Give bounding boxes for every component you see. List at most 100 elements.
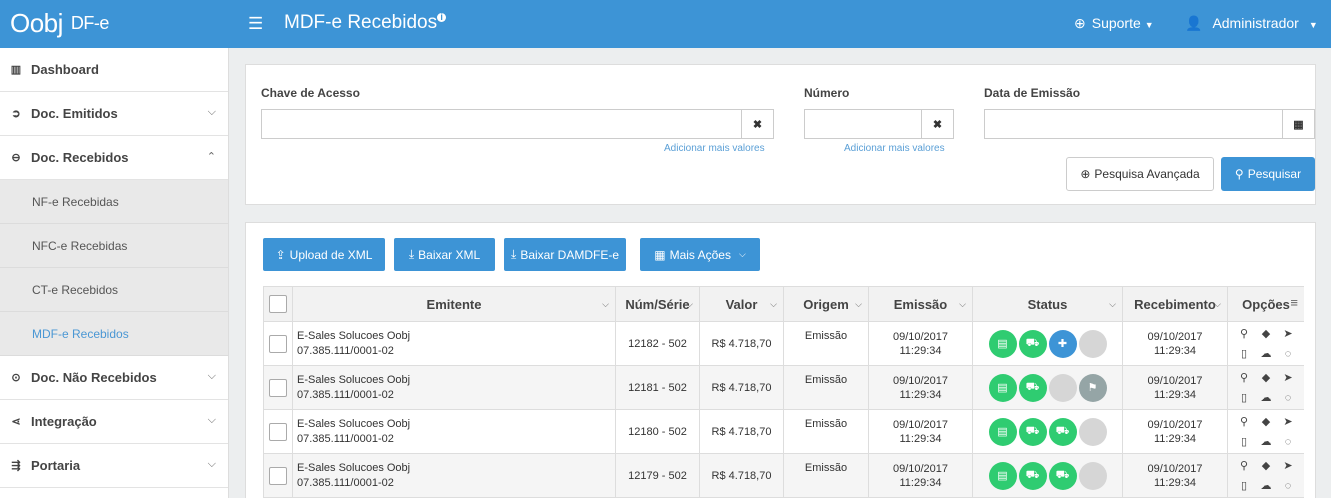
clear-icon[interactable]: ✖	[921, 110, 953, 138]
document-check-icon[interactable]: ▤	[988, 461, 1017, 490]
sidebar-item-doc-nao-recebidos[interactable]: ⊙ Doc. Não Recebidos ⌵	[0, 356, 228, 400]
comment-icon[interactable]: ◌	[1285, 436, 1292, 448]
sidebar-subitem-nfe[interactable]: NF-e Recebidas	[0, 180, 228, 224]
search-icon[interactable]: ⚲	[1240, 459, 1248, 472]
add-more-link-chave[interactable]: Adicionar mais valores	[664, 143, 765, 154]
tags-icon[interactable]: ◆	[1262, 459, 1270, 472]
cloud-download-icon[interactable]: ☁	[1261, 347, 1272, 360]
row-checkbox[interactable]	[269, 378, 287, 397]
chave-acesso-input[interactable]: ✖	[261, 109, 774, 139]
comment-icon[interactable]: ◌	[1285, 348, 1292, 360]
more-actions-button[interactable]: ▦ Mais Ações ⌵	[640, 238, 760, 271]
sidebar-item-integracao[interactable]: ⋖ Integração ⌵	[0, 400, 228, 444]
chave-label: Chave de Acesso	[261, 86, 360, 100]
document-check-icon[interactable]: ▤	[988, 329, 1017, 358]
comment-icon[interactable]: ◌	[1285, 480, 1292, 492]
cloud-download-icon[interactable]: ☁	[1261, 435, 1272, 448]
sidebar-item-doc-emitidos[interactable]: ➲ Doc. Emitidos ⌵	[0, 92, 228, 136]
upload-xml-button[interactable]: ⇪ Upload de XML	[263, 238, 385, 271]
calendar-icon[interactable]: ▦	[1282, 110, 1314, 138]
truck-icon[interactable]: ⛟	[1018, 329, 1047, 358]
select-all-checkbox[interactable]	[269, 295, 287, 313]
sidebar-item-dashboard[interactable]: ▥ Dashboard	[0, 48, 228, 92]
chevron-down-icon: ⌵	[602, 299, 609, 309]
row-checkbox[interactable]	[269, 466, 287, 485]
table-row[interactable]: E-Sales Solucoes Oobj 07.385.111/0001-02 …	[263, 454, 1304, 498]
sidebar-item-doc-recebidos[interactable]: ⊖ Doc. Recebidos ⌃	[0, 136, 228, 180]
map-icon[interactable]: ▯	[1241, 435, 1247, 448]
map-icon[interactable]: ▯	[1241, 479, 1247, 492]
options-cell: ⚲ ◆ ➤ ▯ ☁ ◌	[1228, 454, 1304, 497]
advanced-search-button[interactable]: ⊕ Pesquisa Avançada	[1066, 157, 1214, 191]
chevron-down-icon: ⌵	[207, 370, 216, 382]
caret-down-icon: ▼	[1308, 20, 1318, 30]
user-add-icon[interactable]: ✚	[1048, 329, 1077, 358]
truck-icon[interactable]: ⛟	[1048, 417, 1077, 446]
col-emissao[interactable]: Emissão ⌵	[869, 287, 973, 321]
sidebar-subitem-mdfe[interactable]: MDF-e Recebidos	[0, 312, 228, 356]
col-status[interactable]: Status ⌵	[973, 287, 1123, 321]
truck-icon[interactable]: ⛟	[1018, 373, 1047, 402]
status-cell: ▤ ⛟ ⚑	[973, 366, 1123, 409]
download-damdfe-button[interactable]: ⤓ Baixar DAMDFE-e	[504, 238, 626, 271]
search-button[interactable]: ⚲ Pesquisar	[1221, 157, 1315, 191]
cloud-download-icon[interactable]: ☁	[1261, 391, 1272, 404]
truck-icon[interactable]: ⛟	[1018, 417, 1047, 446]
col-recebimento[interactable]: Recebimento ⌵	[1123, 287, 1228, 321]
emissao-cell: 09/10/2017 11:29:34	[869, 322, 973, 365]
search-icon[interactable]: ⚲	[1240, 327, 1248, 340]
numero-input[interactable]: ✖	[804, 109, 954, 139]
send-icon[interactable]: ➤	[1283, 371, 1292, 384]
clear-icon[interactable]: ✖	[741, 110, 773, 138]
row-select-cell	[263, 454, 293, 497]
menu-toggle-icon[interactable]: ☰	[248, 14, 263, 34]
add-more-link-numero[interactable]: Adicionar mais valores	[844, 143, 945, 154]
send-icon[interactable]: ➤	[1283, 415, 1292, 428]
send-icon[interactable]: ➤	[1283, 459, 1292, 472]
comment-icon[interactable]: ◌	[1285, 392, 1292, 404]
grid-icon: ▦	[654, 247, 666, 262]
sidebar-subitem-cte[interactable]: CT-e Recebidos	[0, 268, 228, 312]
col-num-serie[interactable]: Núm/Série ⌵	[616, 287, 700, 321]
numero-label: Número	[804, 86, 850, 100]
col-emitente[interactable]: Emitente ⌵	[293, 287, 616, 321]
chevron-up-icon: ⌃	[206, 151, 216, 163]
row-checkbox[interactable]	[269, 422, 287, 441]
sidebar-item-portaria[interactable]: ⇶ Portaria ⌵	[0, 444, 228, 488]
tags-icon[interactable]: ◆	[1262, 415, 1270, 428]
support-menu[interactable]: ⊕ Suporte ▼	[1074, 15, 1154, 32]
emitente-cell: E-Sales Solucoes Oobj 07.385.111/0001-02	[293, 366, 616, 409]
user-menu[interactable]: 👤 Administrador ▼	[1185, 15, 1318, 32]
search-icon[interactable]: ⚲	[1240, 415, 1248, 428]
truck-icon[interactable]: ⛟	[1018, 461, 1047, 490]
list-menu-icon[interactable]: ≡	[1290, 295, 1298, 310]
caret-down-icon: ▼	[1144, 20, 1154, 30]
download-xml-button[interactable]: ⤓ Baixar XML	[394, 238, 495, 271]
share-icon: ⋖	[11, 416, 21, 428]
select-all-cell	[263, 287, 293, 321]
data-emissao-input[interactable]: ▦	[984, 109, 1315, 139]
table-row[interactable]: E-Sales Solucoes Oobj 07.385.111/0001-02 …	[263, 322, 1304, 366]
col-opcoes[interactable]: Opções ≡	[1228, 287, 1304, 321]
map-icon[interactable]: ▯	[1241, 391, 1247, 404]
table-row[interactable]: E-Sales Solucoes Oobj 07.385.111/0001-02 …	[263, 366, 1304, 410]
logo[interactable]: Oobj DF-e	[10, 8, 109, 39]
map-icon[interactable]: ▯	[1241, 347, 1247, 360]
send-icon[interactable]: ➤	[1283, 327, 1292, 340]
tags-icon[interactable]: ◆	[1262, 327, 1270, 340]
table-row[interactable]: E-Sales Solucoes Oobj 07.385.111/0001-02 …	[263, 410, 1304, 454]
row-checkbox[interactable]	[269, 334, 287, 353]
sidebar-subitem-nfce[interactable]: NFC-e Recebidas	[0, 224, 228, 268]
col-origem[interactable]: Origem ⌵	[784, 287, 869, 321]
truck-icon[interactable]: ⛟	[1048, 461, 1077, 490]
col-valor[interactable]: Valor ⌵	[700, 287, 784, 321]
flag-icon[interactable]: ⚑	[1078, 373, 1107, 402]
search-icon[interactable]: ⚲	[1240, 371, 1248, 384]
tags-icon[interactable]: ◆	[1262, 371, 1270, 384]
row-select-cell	[263, 410, 293, 453]
cloud-download-icon[interactable]: ☁	[1261, 479, 1272, 492]
page-title: MDF-e Recebidos i	[284, 12, 447, 34]
document-check-icon[interactable]: ▤	[988, 417, 1017, 446]
document-check-icon[interactable]: ▤	[988, 373, 1017, 402]
info-icon[interactable]: i	[437, 13, 447, 22]
